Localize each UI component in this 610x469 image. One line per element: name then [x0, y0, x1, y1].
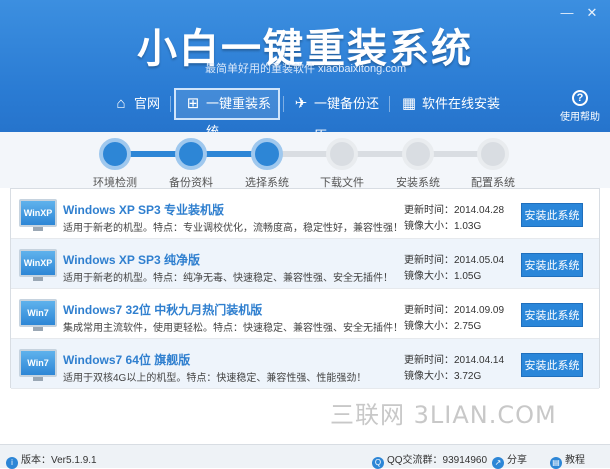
version-info: i 版本：Ver5.1.9.1: [6, 451, 97, 469]
qq-group[interactable]: Q QQ交流群：93914960: [372, 451, 487, 469]
install-system-button[interactable]: 安装此系统: [521, 303, 583, 327]
qq-icon: Q: [372, 457, 384, 469]
step-env-check: 环境检测: [85, 138, 145, 190]
qq-label: QQ交流群：93914960: [387, 455, 488, 466]
install-system-button[interactable]: 安装此系统: [521, 203, 583, 227]
book-icon: ▤: [550, 457, 562, 469]
nav-reinstall-system[interactable]: ⊞ 一键重装系统: [174, 88, 280, 139]
nav-label: 软件在线安装: [422, 96, 501, 111]
nav-official-site[interactable]: ⌂ 官网: [104, 88, 170, 120]
step-dot: [326, 138, 358, 170]
nav-online-install[interactable]: ▦ 软件在线安装: [392, 88, 504, 120]
nav-backup-restore[interactable]: ✈ 一键备份还原: [284, 88, 388, 143]
info-icon: i: [6, 457, 18, 469]
monitor-icon: WinXP: [19, 199, 57, 231]
step-select-system: 选择系统: [237, 138, 297, 190]
header-banner: — ✕ 小白一键重装系统 最简单好用的重装软件 xiaobaixitong.co…: [0, 0, 610, 143]
step-dot: [99, 138, 131, 170]
share-link[interactable]: ↗ 分享: [492, 451, 527, 469]
tutorial-label: 教程: [565, 455, 585, 466]
windows-icon: ⊞: [186, 95, 200, 112]
list-item: WinXP Windows XP SP3 纯净版 适用于新老的机型。特点：纯净无…: [11, 239, 599, 289]
help-button[interactable]: ? 使用帮助: [560, 88, 600, 123]
progress-steps: 环境检测 备份资料 选择系统 下载文件 安装系统 配置系统: [0, 132, 610, 190]
help-label: 使用帮助: [560, 112, 600, 123]
app-subtitle: 最简单好用的重装软件 xiaobaixitong.com: [205, 63, 407, 75]
image-size: 镜像大小：3.72G: [404, 371, 482, 382]
step-dot: [477, 138, 509, 170]
step-install: 安装系统: [388, 138, 448, 190]
system-title[interactable]: Windows XP SP3 专业装机版: [63, 201, 224, 218]
grid-icon: ▦: [401, 95, 417, 112]
system-title[interactable]: Windows XP SP3 纯净版: [63, 251, 200, 268]
update-time: 更新时间：2014.09.09: [404, 305, 505, 316]
watermark: 三联网 3LIAN.COM: [330, 401, 557, 429]
question-icon: ?: [572, 90, 588, 106]
install-system-button[interactable]: 安装此系统: [521, 353, 583, 377]
list-item: WinXP Windows XP SP3 专业装机版 适用于新老的机型。特点：专…: [11, 189, 599, 239]
system-list: WinXP Windows XP SP3 专业装机版 适用于新老的机型。特点：专…: [10, 188, 600, 389]
system-description: 适用于新老的机型。特点：专业调校优化，流畅度高，稳定性好，兼容性强！: [63, 223, 403, 234]
step-download: 下载文件: [312, 138, 372, 190]
main-nav: ⌂ 官网 ⊞ 一键重装系统 ✈ 一键备份还原 ▦ 软件在线安装: [0, 88, 610, 143]
image-size: 镜像大小：1.05G: [404, 271, 482, 282]
image-size: 镜像大小：1.03G: [404, 221, 482, 232]
update-time: 更新时间：2014.05.04: [404, 255, 505, 266]
step-backup: 备份资料: [161, 138, 221, 190]
system-title[interactable]: Windows7 32位 中秋九月热门装机版: [63, 301, 262, 318]
list-item: Win7 Windows7 32位 中秋九月热门装机版 集成常用主流软件，使用更…: [11, 289, 599, 339]
list-item: Win7 Windows7 64位 旗舰版 适用于双核4G以上的机型。特点：快速…: [11, 339, 599, 389]
share-label: 分享: [507, 455, 527, 466]
status-bar: i 版本：Ver5.1.9.1 Q QQ交流群：93914960 ↗ 分享 ▤ 教程: [0, 444, 610, 469]
install-system-button[interactable]: 安装此系统: [521, 253, 583, 277]
system-title[interactable]: Windows7 64位 旗舰版: [63, 351, 190, 368]
update-time: 更新时间：2014.04.14: [404, 355, 505, 366]
nav-label: 官网: [134, 96, 161, 111]
update-time: 更新时间：2014.04.28: [404, 205, 505, 216]
share-icon: ↗: [492, 457, 504, 469]
nav-divider: [389, 96, 390, 112]
step-configure: 配置系统: [463, 138, 523, 190]
system-description: 集成常用主流软件，使用更轻松。特点：快速稳定、兼容性强、安全无插件！: [63, 323, 403, 334]
step-dot: [402, 138, 434, 170]
home-icon: ⌂: [116, 95, 126, 112]
step-dot: [251, 138, 283, 170]
monitor-icon: Win7: [19, 349, 57, 381]
system-description: 适用于双核4G以上的机型。特点：快速稳定、兼容性强、性能强劲！: [63, 373, 367, 384]
image-size: 镜像大小：2.75G: [404, 321, 482, 332]
system-description: 适用于新老的机型。特点：纯净无毒、快速稳定、兼容性强、安全无插件！: [63, 273, 393, 284]
tutorial-link[interactable]: ▤ 教程: [550, 451, 585, 469]
step-dot: [175, 138, 207, 170]
bird-icon: ✈: [294, 95, 308, 112]
nav-divider: [170, 96, 171, 112]
version-label: 版本：Ver5.1.9.1: [21, 455, 97, 466]
monitor-icon: WinXP: [19, 249, 57, 281]
monitor-icon: Win7: [19, 299, 57, 331]
